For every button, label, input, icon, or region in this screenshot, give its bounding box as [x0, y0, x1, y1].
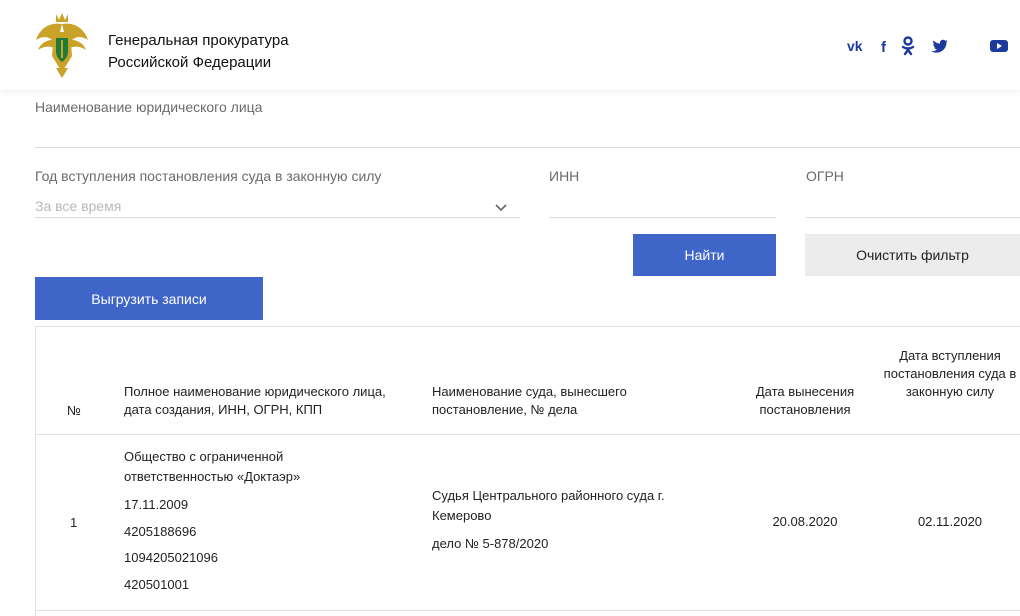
row-effective-date: 02.11.2020	[917, 514, 983, 529]
svg-text:f: f	[881, 39, 887, 54]
org-name-line1: Генеральная прокуратура	[108, 32, 289, 49]
clear-filter-button[interactable]: Очистить фильтр	[805, 234, 1020, 276]
row-case-number: дело № 5-878/2020	[432, 536, 549, 551]
site-header: Генеральная прокуратура Российской Федер…	[0, 0, 1020, 90]
year-label: Год вступления постановления суда в зако…	[35, 168, 382, 184]
col-header-decision-date: Дата вынесения постановления	[755, 384, 855, 417]
row-inn: 4205188696	[124, 524, 197, 539]
odnoklassniki-icon[interactable]	[898, 36, 918, 56]
col-header-court: Наименование суда, вынесшего постановлен…	[432, 384, 627, 417]
find-button[interactable]: Найти	[633, 234, 776, 276]
twitter-icon[interactable]	[930, 36, 950, 56]
ogrn-input[interactable]	[806, 217, 1020, 218]
col-header-num: №	[67, 403, 81, 418]
row-ogrn: 1094205021096	[124, 550, 218, 565]
svg-text:vk: vk	[847, 39, 863, 53]
row-num: 1	[70, 515, 78, 530]
export-button[interactable]: Выгрузить записи	[35, 277, 263, 320]
col-header-name: Полное наименование юридического лица, д…	[124, 384, 386, 417]
ogrn-label: ОГРН	[806, 168, 844, 184]
row-kpp: 420501001	[124, 577, 190, 592]
vk-icon[interactable]: vk	[846, 36, 870, 56]
org-name-line2: Российской Федерации	[108, 54, 272, 71]
row-divider	[35, 610, 1020, 611]
row-decision-date: 20.08.2020	[772, 514, 838, 529]
inn-label: ИНН	[549, 168, 580, 184]
row-court: Судья Центрального районного суда г. Кем…	[432, 488, 665, 523]
header-divider	[35, 434, 1020, 435]
legal-entity-label: Наименование юридического лица	[35, 99, 263, 115]
year-select[interactable]: За все время	[35, 198, 121, 214]
col-header-effective-date: Дата вступления постановления суда в зак…	[883, 348, 1017, 399]
facebook-icon[interactable]: f	[877, 36, 893, 56]
org-name[interactable]: Генеральная прокуратура Российской Федер…	[108, 30, 289, 74]
row-entity-name: Общество с ограниченной ответственностью…	[124, 449, 301, 484]
youtube-icon[interactable]	[988, 36, 1010, 56]
row-created-date: 17.11.2009	[124, 497, 189, 512]
legal-entity-input[interactable]	[35, 147, 1020, 148]
chevron-down-icon[interactable]	[494, 200, 508, 212]
emblem-icon[interactable]	[32, 10, 92, 80]
inn-input[interactable]	[549, 217, 776, 218]
year-select-underline	[35, 217, 520, 218]
